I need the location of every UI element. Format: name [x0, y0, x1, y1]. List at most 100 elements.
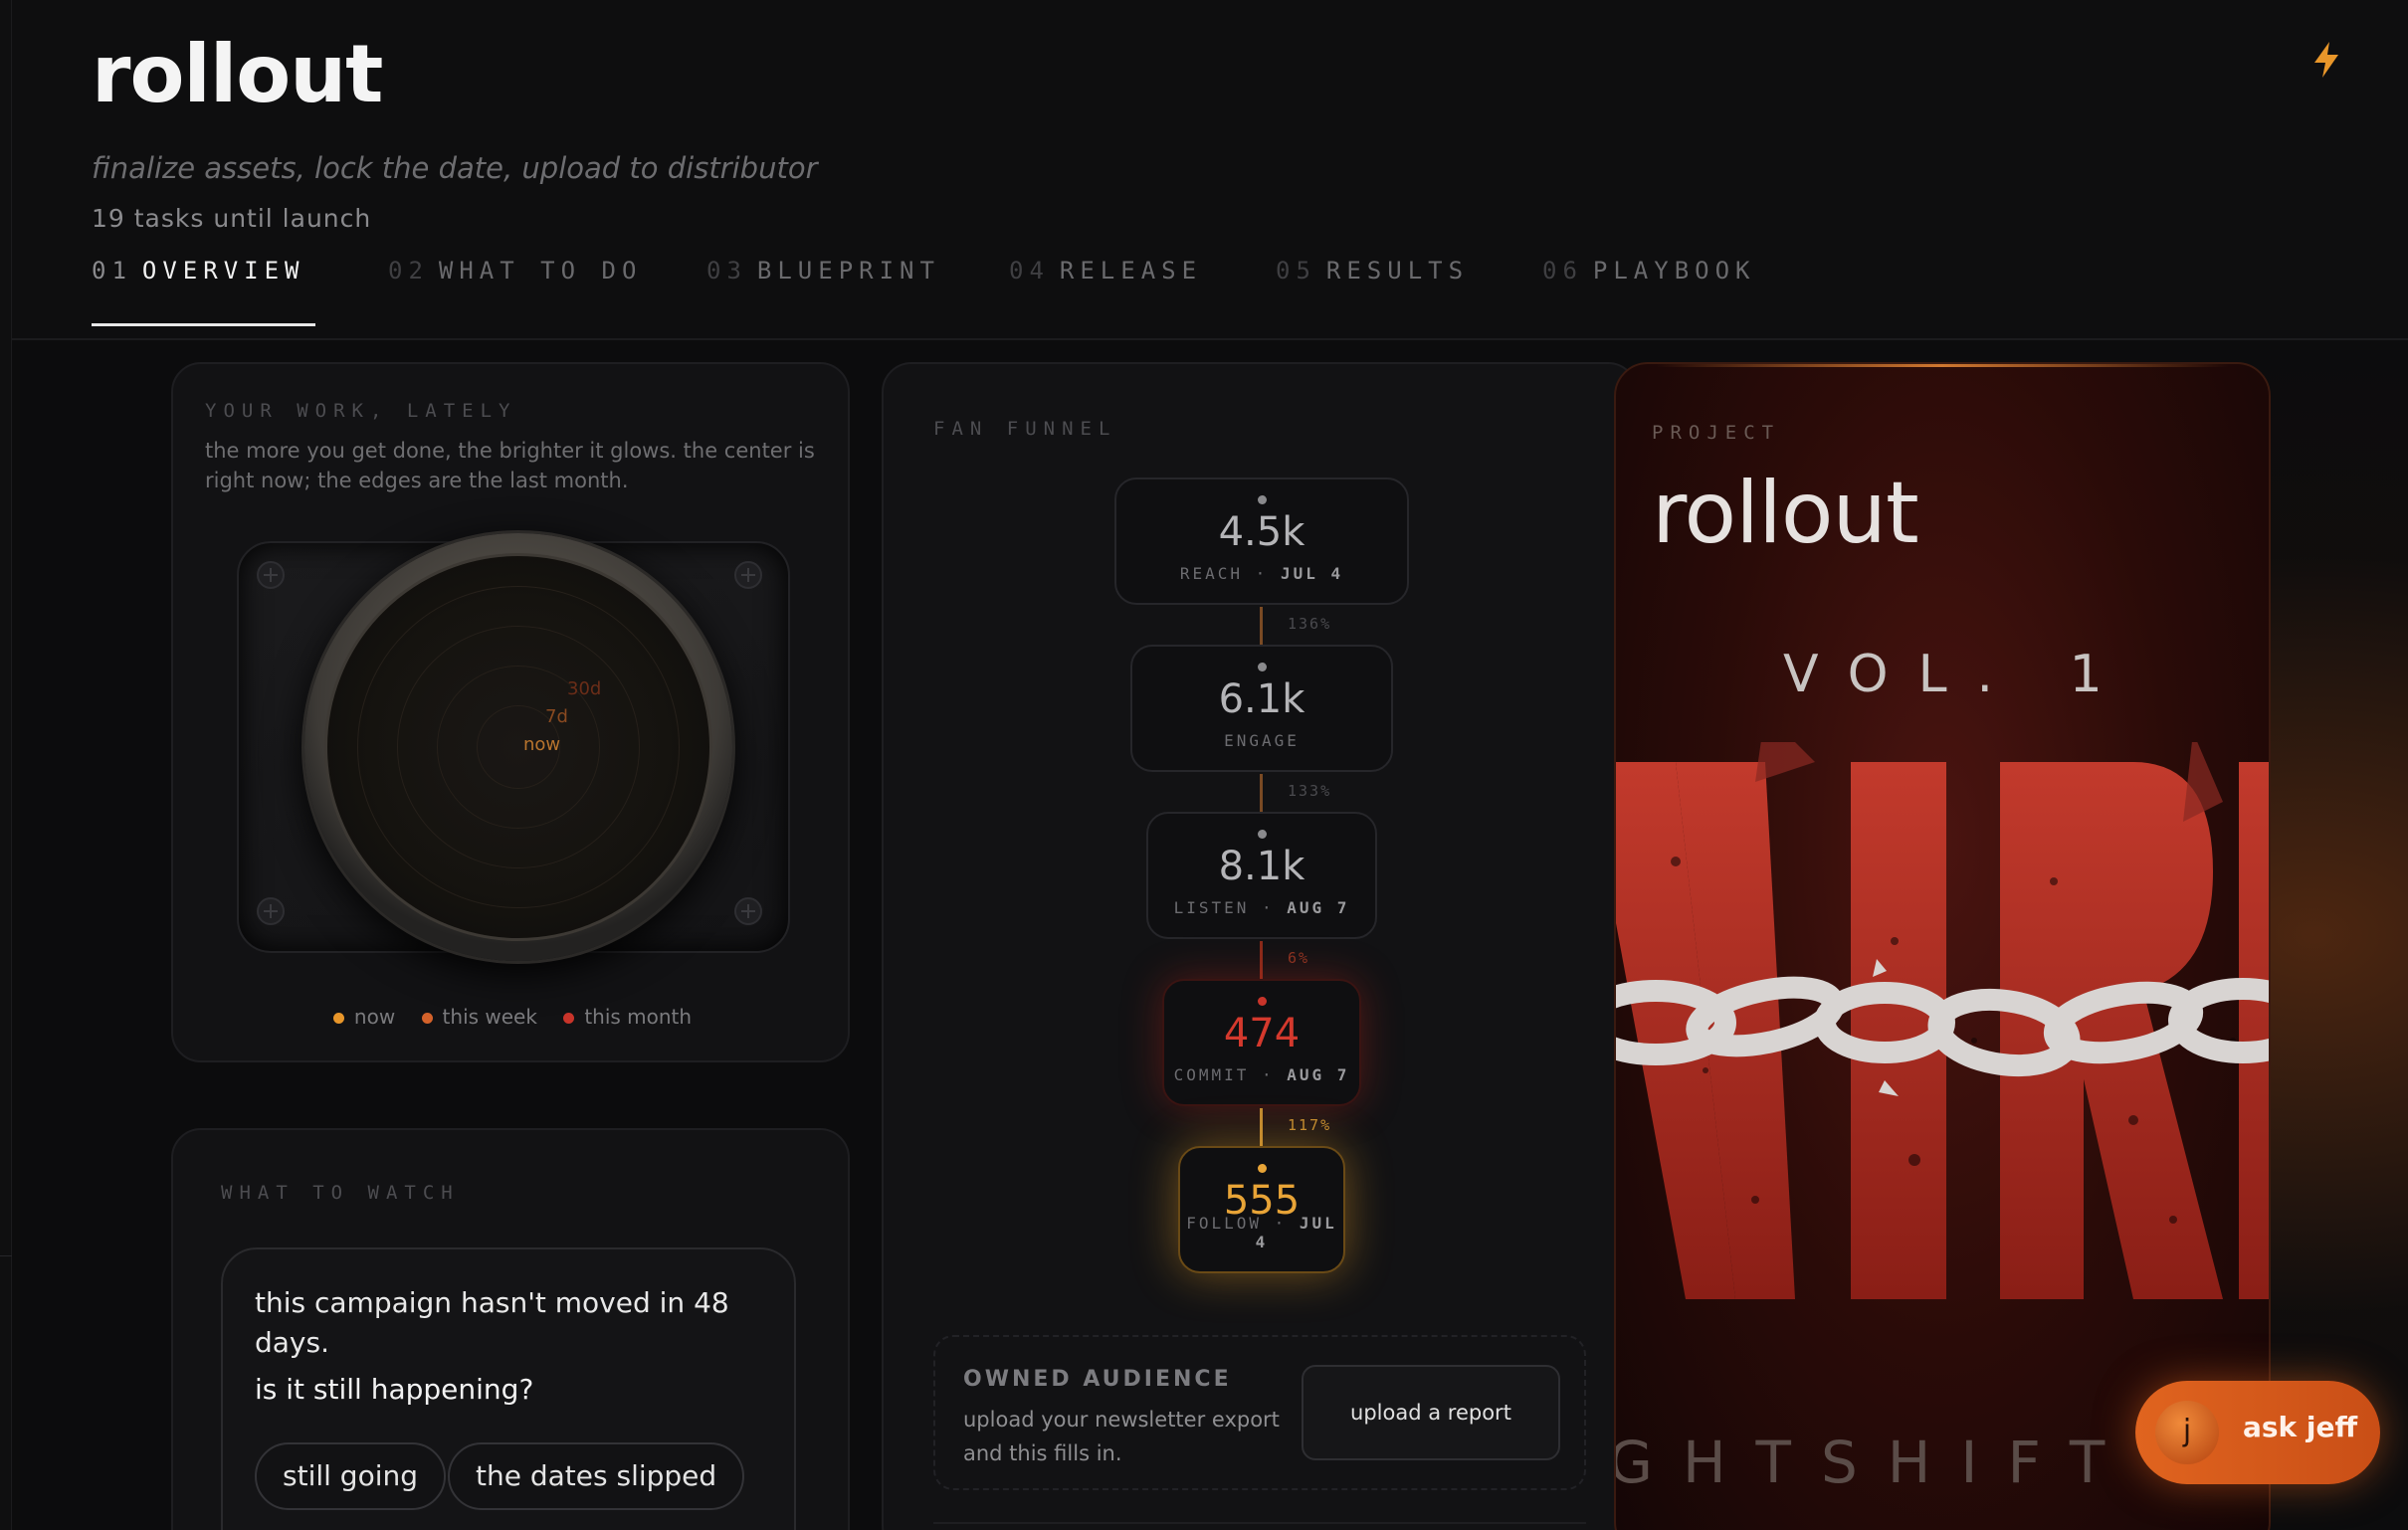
dial-bezel: [304, 533, 732, 961]
funnel-connector: [1260, 941, 1263, 979]
dial-legend: now this week this month: [173, 1005, 852, 1029]
funnel-connector: [1260, 1108, 1263, 1146]
stage-commit[interactable]: 474 COMMIT · AUG 7: [1162, 979, 1361, 1106]
legend-label: now: [353, 1005, 396, 1029]
screw-icon: [734, 897, 762, 925]
ask-label: ask jeff: [2243, 1411, 2358, 1443]
funnel-connector: [1260, 774, 1263, 812]
stage-date: AUG 7: [1287, 898, 1350, 917]
tab-number: 05: [1276, 257, 1316, 285]
stage-listen[interactable]: 8.1k LISTEN · AUG 7: [1146, 812, 1377, 939]
conversion-rate: 6%: [1288, 949, 1310, 967]
cover-art-card[interactable]: PROJECT rollout VOL. 1 GHTSHIFT W: [1614, 362, 2271, 1530]
funnel-connector: [1260, 607, 1263, 645]
cover-highlight: [1656, 364, 2229, 367]
tasks-count: 19 tasks until launch: [92, 204, 372, 233]
stage-label: ENGAGE: [1224, 731, 1300, 750]
tab-label: RESULTS: [1325, 257, 1470, 285]
tab-blueprint[interactable]: 03 BLUEPRINT: [706, 257, 940, 326]
legend-label: this month: [584, 1005, 693, 1029]
tab-results[interactable]: 05 RESULTS: [1276, 257, 1469, 326]
cover-volume: VOL. 1: [1783, 645, 2132, 704]
stage-label: FOLLOW: [1186, 1214, 1262, 1233]
stage-engage[interactable]: 6.1k ENGAGE: [1130, 645, 1393, 772]
funnel-card: FAN FUNNEL 4.5k REACH · JUL 4 136% 6.1k …: [882, 362, 1638, 1530]
ring-label-30d: 30d: [567, 678, 602, 699]
stage-dot: [1258, 997, 1267, 1006]
legend-item-month: this month: [563, 1005, 692, 1029]
conversion-rate: 133%: [1288, 782, 1332, 800]
stage-value: 6.1k: [1218, 676, 1305, 722]
stage-value: 8.1k: [1218, 844, 1305, 889]
stage-value: 4.5k: [1218, 509, 1305, 555]
conversion-rate: 117%: [1288, 1116, 1332, 1134]
dial-face: [324, 553, 712, 941]
bolt-icon[interactable]: [2308, 40, 2344, 80]
ring-label-now: now: [523, 734, 561, 755]
owned-heading: OWNED AUDIENCE: [963, 1367, 1232, 1392]
tab-overview[interactable]: 01 OVERVIEW: [92, 257, 314, 326]
tab-label: RELEASE: [1059, 257, 1203, 285]
cover-artwork: [1616, 742, 2269, 1299]
stage-label: REACH: [1179, 564, 1244, 583]
legend-label: this week: [442, 1005, 537, 1029]
screw-icon: [734, 561, 762, 589]
tab-playbook[interactable]: 06 PLAYBOOK: [1542, 257, 1756, 326]
tab-release[interactable]: 04 RELEASE: [1009, 257, 1202, 326]
screw-icon: [257, 561, 285, 589]
legend-dot: [563, 1013, 575, 1024]
tab-label: WHAT TO DO: [438, 257, 643, 285]
stage-follow[interactable]: 555 FOLLOW · JUL 4: [1178, 1146, 1345, 1273]
stage-date: JUL 4: [1255, 1214, 1337, 1251]
stage-caption: ENGAGE: [1132, 731, 1391, 750]
stage-dot: [1258, 495, 1267, 504]
upload-report-button[interactable]: upload a report: [1302, 1365, 1560, 1460]
stage-caption: REACH · JUL 4: [1179, 564, 1344, 583]
stage-dot: [1258, 830, 1267, 839]
funnel-eyebrow: FAN FUNNEL: [933, 418, 1117, 440]
option-still-going[interactable]: still going: [255, 1442, 447, 1510]
app-title: rollout: [92, 28, 383, 120]
work-description: the more you get done, the brighter it g…: [205, 439, 815, 492]
tab-label: OVERVIEW: [141, 257, 305, 285]
legend-dot: [332, 1013, 344, 1024]
tab-number: 01: [92, 257, 132, 285]
tab-number: 02: [388, 257, 429, 285]
tab-what-to-do[interactable]: 02 WHAT TO DO: [388, 257, 642, 326]
tab-number: 04: [1009, 257, 1050, 285]
ask-assistant-button[interactable]: j ask jeff: [2135, 1381, 2380, 1484]
conversion-rate: 136%: [1288, 615, 1332, 633]
legend-item-now: now: [332, 1005, 396, 1029]
header: rollout finalize assets, lock the date, …: [12, 0, 2408, 340]
stage-value: 474: [1223, 1011, 1301, 1056]
owned-description: upload your newsletter export and this f…: [963, 1408, 1280, 1465]
tab-label: PLAYBOOK: [1592, 257, 1756, 285]
activity-dial: 30d 7d now: [237, 533, 790, 961]
option-dates-slipped[interactable]: the dates slipped: [448, 1442, 745, 1510]
watch-question: is it still happening?: [255, 1373, 534, 1406]
stage-reach[interactable]: 4.5k REACH · JUL 4: [1114, 478, 1409, 605]
stage-dot: [1258, 663, 1267, 671]
divider: [933, 1522, 1586, 1524]
stage-caption: LISTEN · AUG 7: [1173, 898, 1350, 917]
stage-caption: FOLLOW · JUL 4: [1186, 1214, 1337, 1251]
tab-label: BLUEPRINT: [756, 257, 940, 285]
stage-caption: COMMIT · AUG 7: [1173, 1065, 1350, 1084]
tab-number: 03: [706, 257, 747, 285]
stage-date: JUL 4: [1280, 564, 1344, 583]
cover-eyebrow: PROJECT: [1652, 422, 1781, 444]
watch-message: this campaign hasn't moved in 48 days.: [255, 1286, 729, 1359]
screw-icon: [257, 897, 285, 925]
owned-audience-panel: OWNED AUDIENCE upload your newsletter ex…: [933, 1335, 1586, 1490]
stage-label: LISTEN: [1173, 898, 1250, 917]
tab-number: 06: [1542, 257, 1583, 285]
cover-title: rollout: [1652, 464, 1919, 563]
stage-dot: [1258, 1164, 1267, 1173]
rail-tick: [0, 1255, 12, 1256]
left-rail: [0, 0, 12, 1530]
work-card: YOUR WORK, LATELY the more you get done,…: [171, 362, 850, 1062]
avatar: j: [2155, 1401, 2219, 1464]
watch-eyebrow: WHAT TO WATCH: [221, 1182, 460, 1204]
page-subtitle: finalize assets, lock the date, upload t…: [92, 151, 818, 185]
stage-label: COMMIT: [1173, 1065, 1250, 1084]
